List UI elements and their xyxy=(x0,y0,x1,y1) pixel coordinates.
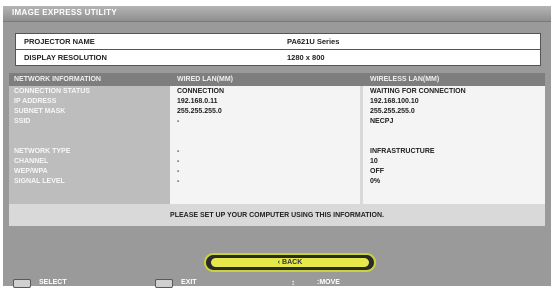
utility-window: IMAGE EXPRESS UTILITY PROJECTOR NAME PA6… xyxy=(3,6,551,288)
ip-address-row: IP ADDRESS 192.168.0.11 192.168.100.10 xyxy=(9,97,545,107)
network-type-row: NETWORK TYPE - INFRASTRUCTURE xyxy=(9,147,545,157)
row-label: WEP/WPA xyxy=(14,168,48,175)
enter-key-icon xyxy=(13,279,31,288)
wired-value: CONNECTION xyxy=(177,88,225,95)
wireless-value: 10 xyxy=(370,158,378,165)
row-label: CHANNEL xyxy=(14,158,49,165)
signal-level-row: SIGNAL LEVEL - 0% xyxy=(9,177,545,187)
display-resolution-label: DISPLAY RESOLUTION xyxy=(24,53,107,62)
wired-value: 255.255.255.0 xyxy=(177,108,222,115)
row-label: SIGNAL LEVEL xyxy=(14,178,65,185)
projector-name-row: PROJECTOR NAME PA621U Series xyxy=(16,34,540,49)
row-label: IP ADDRESS xyxy=(14,98,57,105)
back-chevron-icon: ‹ xyxy=(277,259,281,266)
network-info-panel: NETWORK INFORMATION WIRED LAN(MM) WIRELE… xyxy=(9,73,545,226)
channel-row: CHANNEL - 10 xyxy=(9,157,545,167)
select-hint: SELECT xyxy=(39,279,67,286)
back-button[interactable]: ‹ BACK xyxy=(204,253,376,272)
wireless-value: NECPJ xyxy=(370,118,394,125)
row-label: NETWORK TYPE xyxy=(14,148,71,155)
ssid-row: SSID - NECPJ xyxy=(9,117,545,127)
wireless-value: WAITING FOR CONNECTION xyxy=(370,88,466,95)
wireless-value: 255.255.255.0 xyxy=(370,108,415,115)
subnet-mask-row: SUBNET MASK 255.255.255.0 255.255.255.0 xyxy=(9,107,545,117)
projector-info-table: PROJECTOR NAME PA621U Series DISPLAY RES… xyxy=(15,33,541,66)
connection-status-row: CONNECTION STATUS CONNECTION WAITING FOR… xyxy=(9,87,545,97)
up-down-arrows-icon: ↕ xyxy=(291,278,295,287)
wired-value: - xyxy=(177,168,180,175)
wireless-lan-heading: WIRELESS LAN(MM) xyxy=(370,76,440,83)
wireless-value: INFRASTRUCTURE xyxy=(370,148,435,155)
back-label-text: BACK xyxy=(282,259,303,266)
key-hint-footer: SELECT EXIT ↕ :MOVE xyxy=(3,278,551,288)
setup-instruction-message: PLEASE SET UP YOUR COMPUTER USING THIS I… xyxy=(170,212,384,219)
move-hint: :MOVE xyxy=(317,279,340,286)
wep-wpa-row: WEP/WPA - OFF xyxy=(9,167,545,177)
wired-value: 192.168.0.11 xyxy=(177,98,218,105)
wired-value: - xyxy=(177,178,180,185)
network-info-heading: NETWORK INFORMATION xyxy=(14,76,101,83)
wired-value: - xyxy=(177,118,180,125)
title-bar: IMAGE EXPRESS UTILITY xyxy=(3,6,551,22)
window-title: IMAGE EXPRESS UTILITY xyxy=(12,8,117,17)
display-resolution-row: DISPLAY RESOLUTION 1280 x 800 xyxy=(16,49,540,65)
projector-name-label: PROJECTOR NAME xyxy=(24,37,95,46)
back-button-label: ‹ BACK xyxy=(211,258,369,267)
wireless-value: OFF xyxy=(370,168,384,175)
wireless-value: 192.168.100.10 xyxy=(370,98,419,105)
projector-name-value: PA621U Series xyxy=(287,37,340,46)
exit-key-icon xyxy=(155,279,173,288)
wired-lan-heading: WIRED LAN(MM) xyxy=(177,76,233,83)
row-label: CONNECTION STATUS xyxy=(14,88,90,95)
row-label: SUBNET MASK xyxy=(14,108,66,115)
display-resolution-value: 1280 x 800 xyxy=(287,53,325,62)
wired-value: - xyxy=(177,148,180,155)
wireless-value: 0% xyxy=(370,178,381,185)
network-header-row: NETWORK INFORMATION WIRED LAN(MM) WIRELE… xyxy=(9,73,545,86)
row-label: SSID xyxy=(14,118,31,125)
exit-hint: EXIT xyxy=(181,279,197,286)
wired-value: - xyxy=(177,158,180,165)
